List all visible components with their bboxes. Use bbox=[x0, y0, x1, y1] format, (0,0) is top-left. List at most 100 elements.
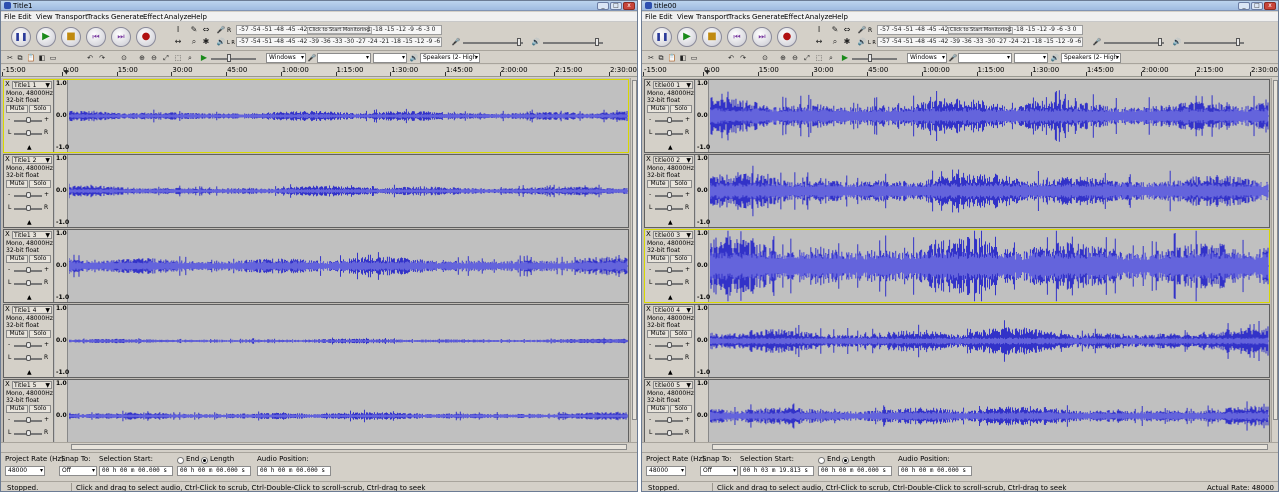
menu-edit[interactable]: Edit bbox=[18, 13, 32, 21]
horizontal-scrollbar[interactable] bbox=[642, 442, 1278, 451]
solo-button[interactable]: Solo bbox=[670, 180, 692, 188]
sync-lock-icon[interactable]: ⊙ bbox=[760, 53, 770, 63]
cut-icon[interactable]: ✂ bbox=[646, 53, 656, 63]
mute-button[interactable]: Mute bbox=[6, 105, 28, 113]
close-track-icon[interactable]: X bbox=[5, 156, 10, 163]
collapse-track-icon[interactable]: ▲ bbox=[668, 145, 673, 151]
play-at-speed-icon[interactable]: ▶ bbox=[840, 53, 850, 63]
snap-to-select[interactable]: Off ▾ bbox=[700, 466, 738, 476]
solo-button[interactable]: Solo bbox=[29, 330, 51, 338]
fit-selection-icon[interactable]: ⤢ bbox=[161, 53, 171, 63]
audio-position-field[interactable]: 00 h 00 m 00.000 s bbox=[257, 466, 331, 476]
collapse-track-icon[interactable]: ▲ bbox=[27, 295, 32, 301]
draw-tool-icon[interactable]: ✎ bbox=[830, 25, 840, 35]
pan-slider-knob[interactable] bbox=[26, 355, 31, 361]
close-track-icon[interactable]: X bbox=[646, 381, 651, 388]
zoom-toggle-icon[interactable]: ⌕ bbox=[185, 53, 195, 63]
timeline-ruler[interactable]: -15:00 0:00 15:00 30:00 45:00 1:00:00 1:15:00 1… bbox=[1, 65, 637, 77]
menu-view[interactable]: View bbox=[677, 13, 694, 21]
vertical-scroll-thumb[interactable] bbox=[632, 80, 637, 420]
stop-button[interactable]: ■ bbox=[61, 27, 81, 47]
gain-slider-knob[interactable] bbox=[26, 417, 31, 423]
menu-edit[interactable]: Edit bbox=[659, 13, 673, 21]
selection-tool-icon[interactable]: I bbox=[173, 25, 183, 35]
project-rate-select[interactable]: 48000 ▾ bbox=[5, 466, 45, 476]
horizontal-scroll-thumb[interactable] bbox=[71, 444, 627, 450]
collapse-track-icon[interactable]: ▲ bbox=[668, 370, 673, 376]
redo-icon[interactable]: ↷ bbox=[738, 53, 748, 63]
snap-to-select[interactable]: Off ▾ bbox=[59, 466, 97, 476]
waveform[interactable] bbox=[69, 230, 628, 302]
mute-button[interactable]: Mute bbox=[6, 330, 28, 338]
output-volume-knob[interactable] bbox=[1236, 38, 1240, 46]
menu-generate[interactable]: Generate bbox=[752, 13, 785, 21]
pan-slider-knob[interactable] bbox=[667, 205, 672, 211]
audio-host-select[interactable]: Windows ▾ bbox=[266, 53, 306, 63]
audio-track[interactable]: Xtitle00 4 ▼ Mono, 48000Hz 32-bit float Mute… bbox=[644, 304, 1270, 378]
solo-button[interactable]: Solo bbox=[29, 180, 51, 188]
pause-button[interactable]: ❚❚ bbox=[652, 27, 672, 47]
playback-meter[interactable]: -57 -54 -51 -48 -45 -42 -39 -36 -33 -30 … bbox=[877, 37, 1083, 47]
mute-button[interactable]: Mute bbox=[647, 105, 669, 113]
record-button[interactable]: ● bbox=[136, 27, 156, 47]
maximize-button[interactable]: □ bbox=[1251, 2, 1263, 10]
mute-button[interactable]: Mute bbox=[6, 405, 28, 413]
waveform[interactable] bbox=[710, 230, 1269, 302]
zoom-out-icon[interactable]: ⊖ bbox=[790, 53, 800, 63]
output-volume-slider[interactable] bbox=[543, 42, 603, 44]
recording-channels-select[interactable]: ▾ bbox=[1014, 53, 1048, 63]
menu-view[interactable]: View bbox=[36, 13, 53, 21]
project-rate-select[interactable]: 48000 ▾ bbox=[646, 466, 686, 476]
audio-track[interactable]: Xtitle00 1 ▼ Mono, 48000Hz 32-bit float Mute… bbox=[644, 79, 1270, 153]
horizontal-scroll-thumb[interactable] bbox=[712, 444, 1268, 450]
waveform[interactable] bbox=[69, 80, 628, 152]
input-volume-slider[interactable] bbox=[463, 42, 523, 44]
fit-project-icon[interactable]: ⬚ bbox=[173, 53, 183, 63]
playback-meter[interactable]: -57 -54 -51 -48 -45 -42 -39 -36 -33 -30 … bbox=[236, 37, 442, 47]
record-button[interactable]: ● bbox=[777, 27, 797, 47]
mute-button[interactable]: Mute bbox=[6, 180, 28, 188]
length-radio[interactable] bbox=[201, 457, 208, 464]
track-name-dropdown[interactable]: Title1 4 ▼ bbox=[12, 306, 52, 314]
recording-device-select[interactable]: ▾ bbox=[317, 53, 371, 63]
multi-tool-icon[interactable]: ✱ bbox=[201, 37, 211, 47]
track-name-dropdown[interactable]: Title1 2 ▼ bbox=[12, 156, 52, 164]
timeshift-tool-icon[interactable]: ⇔ bbox=[842, 25, 852, 35]
track-name-dropdown[interactable]: title00 3 ▼ bbox=[653, 231, 693, 239]
draw-tool-icon[interactable]: ✎ bbox=[189, 25, 199, 35]
menu-generate[interactable]: Generate bbox=[111, 13, 144, 21]
track-name-dropdown[interactable]: title00 4 ▼ bbox=[653, 306, 693, 314]
selection-start-field[interactable]: 00 h 00 m 00.000 s bbox=[99, 466, 173, 476]
mute-button[interactable]: Mute bbox=[647, 330, 669, 338]
gain-slider-knob[interactable] bbox=[667, 417, 672, 423]
recording-channels-select[interactable]: ▾ bbox=[373, 53, 407, 63]
audio-track[interactable]: X Title1 3 ▼ Mono, 48000Hz 32-bit float Mute S… bbox=[3, 229, 629, 303]
menu-help[interactable]: Help bbox=[832, 13, 848, 21]
undo-icon[interactable]: ↶ bbox=[85, 53, 95, 63]
zoom-in-icon[interactable]: ⊕ bbox=[137, 53, 147, 63]
close-track-icon[interactable]: X bbox=[646, 231, 651, 238]
input-volume-slider[interactable] bbox=[1104, 42, 1164, 44]
waveform[interactable] bbox=[69, 305, 628, 377]
menu-tracks[interactable]: Tracks bbox=[728, 13, 750, 21]
close-track-icon[interactable]: X bbox=[5, 306, 10, 313]
gain-slider-knob[interactable] bbox=[667, 342, 672, 348]
close-track-icon[interactable]: X bbox=[646, 81, 651, 88]
zoom-toggle-icon[interactable]: ⌕ bbox=[826, 53, 836, 63]
pan-slider-knob[interactable] bbox=[667, 130, 672, 136]
pan-slider-knob[interactable] bbox=[26, 205, 31, 211]
gain-slider-knob[interactable] bbox=[667, 192, 672, 198]
sync-lock-icon[interactable]: ⊙ bbox=[119, 53, 129, 63]
menu-file[interactable]: File bbox=[4, 13, 16, 21]
track-name-dropdown[interactable]: title00 5 ▼ bbox=[653, 381, 693, 389]
menu-tracks[interactable]: Tracks bbox=[87, 13, 109, 21]
collapse-track-icon[interactable]: ▲ bbox=[27, 145, 32, 151]
input-volume-knob[interactable] bbox=[1158, 38, 1162, 46]
zoom-tool-icon[interactable]: ⌕ bbox=[189, 37, 199, 47]
recording-device-select[interactable]: ▾ bbox=[958, 53, 1012, 63]
play-speed-slider[interactable] bbox=[852, 58, 897, 60]
audio-track[interactable]: X Title1 5 ▼ Mono, 48000Hz 32-bit float Mute S… bbox=[3, 379, 629, 442]
zoom-in-icon[interactable]: ⊕ bbox=[778, 53, 788, 63]
menu-analyze[interactable]: Analyze bbox=[164, 13, 192, 21]
menu-transport[interactable]: Transport bbox=[55, 13, 88, 21]
